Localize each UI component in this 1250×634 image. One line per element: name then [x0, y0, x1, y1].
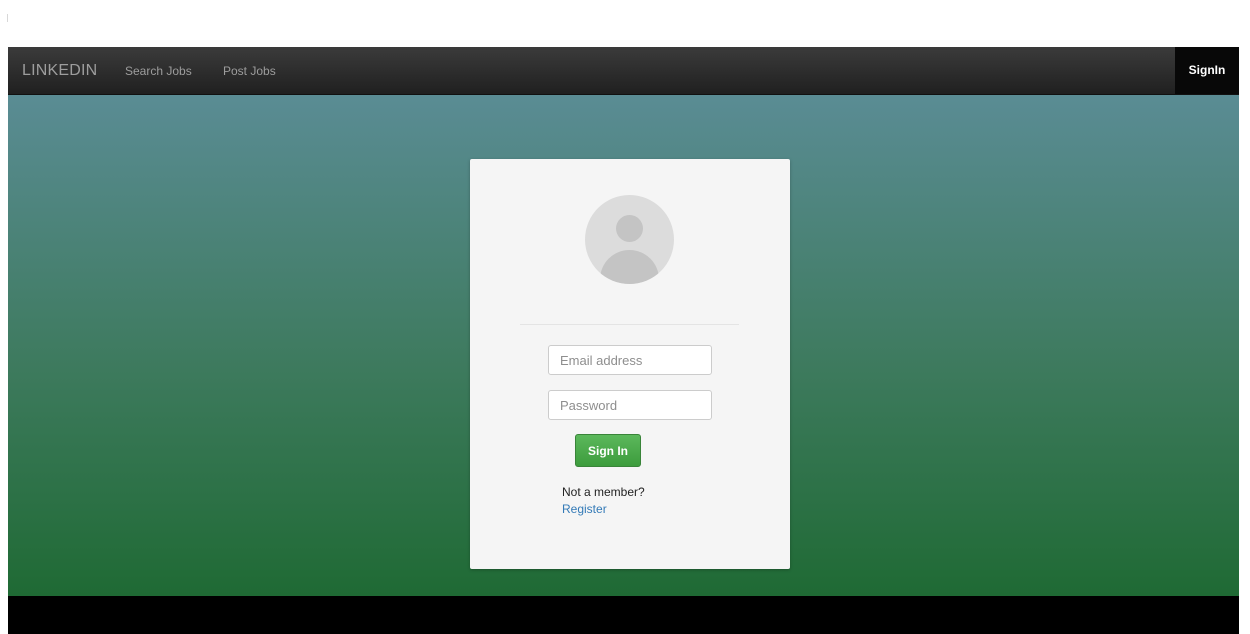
nav-signin-button[interactable]: SignIn	[1175, 47, 1239, 94]
sign-in-button[interactable]: Sign In	[575, 434, 641, 467]
password-field[interactable]	[548, 390, 712, 420]
top-navbar: LINKEDIN Search Jobs Post Jobs SignIn	[8, 47, 1239, 95]
login-card: Sign In Not a member? Register	[470, 159, 790, 569]
page-edge-marker	[7, 14, 8, 22]
nav-search-jobs[interactable]: Search Jobs	[125, 64, 192, 78]
brand-logo-link[interactable]: LINKEDIN	[22, 62, 97, 80]
avatar-body	[600, 250, 659, 284]
avatar-head	[616, 215, 643, 242]
not-member-text: Not a member?	[562, 485, 645, 499]
card-divider	[520, 324, 739, 325]
user-placeholder-icon	[585, 195, 674, 284]
register-link[interactable]: Register	[562, 502, 607, 516]
footer-bar	[8, 596, 1239, 634]
nav-post-jobs[interactable]: Post Jobs	[223, 64, 276, 78]
email-field[interactable]	[548, 345, 712, 375]
